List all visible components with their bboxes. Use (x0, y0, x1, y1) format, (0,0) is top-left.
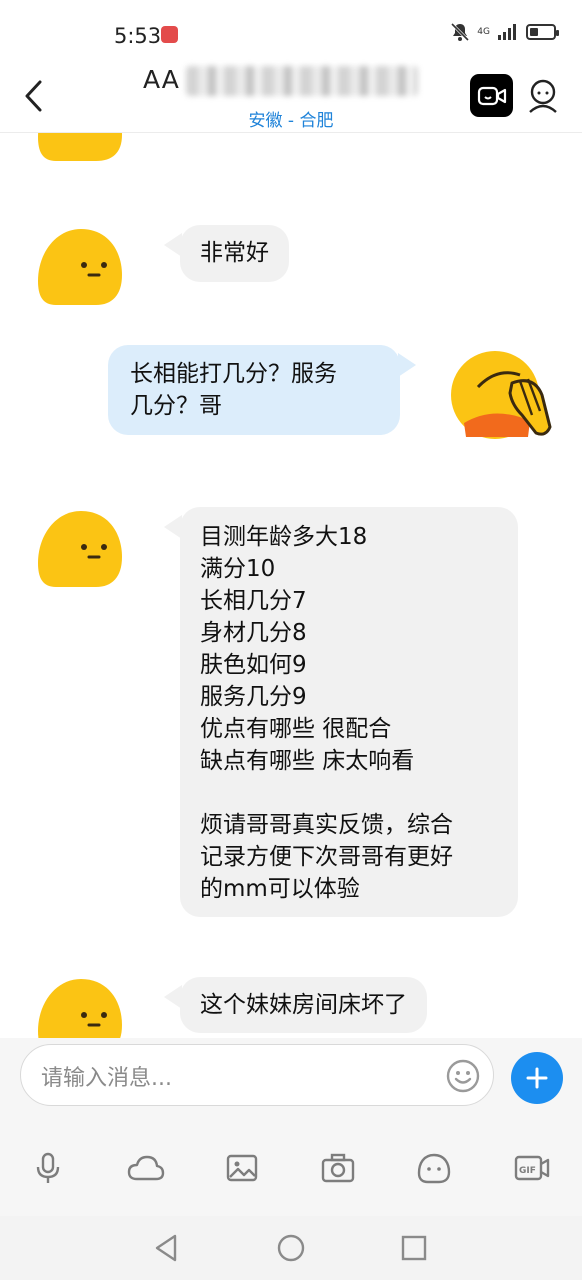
title-redaction (186, 66, 418, 96)
video-camera-icon (477, 86, 506, 105)
mute-bell-icon (451, 22, 470, 42)
voice-button[interactable] (28, 1148, 68, 1188)
bubble-tail (398, 353, 416, 377)
contact-avatar (38, 511, 122, 587)
face-icon (417, 1153, 451, 1184)
status-bar: 5:53 4G (0, 0, 582, 60)
emoji-icon[interactable] (445, 1058, 481, 1094)
image-icon (226, 1154, 258, 1182)
cloud-icon (127, 1155, 165, 1181)
more-actions-button[interactable] (511, 1052, 563, 1104)
input-bar: 请输入消息... (0, 1038, 582, 1118)
network-label: 4G (477, 26, 490, 37)
gif-icon: GIF (514, 1155, 550, 1181)
system-nav-bar (0, 1216, 582, 1280)
message-list[interactable]: 非常好 长相能打几分？服务 几分？哥 目测年龄多大18 满分10 长相几分7 身… (0, 133, 582, 1038)
contact-avatar (38, 133, 122, 161)
notification-icon (161, 26, 178, 43)
message-bubble-incoming[interactable]: 这个妹妹房间床坏了 (180, 977, 427, 1033)
battery-icon (526, 24, 559, 40)
nav-recents-icon[interactable] (398, 1232, 430, 1264)
contact-avatar (38, 979, 122, 1038)
signal-icon (498, 24, 516, 40)
nav-back-icon[interactable] (151, 1232, 183, 1264)
status-time: 5:53 (114, 24, 162, 48)
input-placeholder: 请输入消息... (41, 1066, 172, 1091)
chat-header: AA 安徽 - 合肥 (0, 60, 582, 133)
video-call-button[interactable] (470, 74, 513, 117)
input-toolbar: GIF (0, 1118, 582, 1216)
cloud-button[interactable] (126, 1148, 166, 1188)
profile-icon[interactable] (526, 78, 560, 114)
message-input[interactable]: 请输入消息... (20, 1044, 494, 1106)
chat-title: AA (143, 65, 180, 94)
svg-text:GIF: GIF (519, 1166, 536, 1176)
plus-icon (526, 1067, 548, 1089)
status-icons: 4G (450, 22, 559, 42)
image-button[interactable] (222, 1148, 262, 1188)
sticker-button[interactable] (414, 1148, 454, 1188)
camera-icon (321, 1153, 355, 1183)
nav-home-icon[interactable] (275, 1232, 307, 1264)
message-bubble-incoming[interactable]: 非常好 (180, 225, 289, 282)
my-avatar (451, 351, 552, 439)
mic-icon (36, 1152, 60, 1183)
message-bubble-incoming[interactable]: 目测年龄多大18 满分10 长相几分7 身材几分8 肤色如何9 服务几分9 优点… (180, 507, 518, 917)
message-bubble-outgoing[interactable]: 长相能打几分？服务 几分？哥 (108, 345, 400, 435)
camera-button[interactable] (318, 1148, 358, 1188)
contact-avatar (38, 229, 122, 305)
gif-button[interactable]: GIF (512, 1148, 552, 1188)
